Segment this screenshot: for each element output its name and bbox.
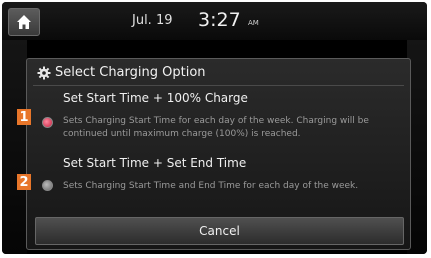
background-left [2, 40, 27, 254]
callout-badge-2: 2 [17, 174, 31, 190]
gear-icon [37, 66, 51, 79]
option-1-radio[interactable] [42, 117, 53, 128]
cancel-button[interactable]: Cancel [35, 217, 404, 245]
time-label: 3:27 [198, 9, 241, 31]
option-1-description: Sets Charging Start Time for each day of… [63, 116, 369, 139]
callout-badge-1: 1 [17, 109, 31, 125]
status-bar: Jul. 19 3:27 AM [2, 2, 427, 40]
option-2-description: Sets Charging Start Time and End Time fo… [63, 181, 359, 191]
title-divider [33, 85, 404, 86]
home-icon [17, 15, 31, 29]
option-2-title: Set Start Time + Set End Time [63, 156, 247, 170]
date-label: Jul. 19 [132, 13, 173, 28]
head-unit-screen: Jul. 19 3:27 AM Select Charging Option S… [2, 2, 427, 254]
option-1-title: Set Start Time + 100% Charge [63, 91, 248, 105]
dialog-title-text: Select Charging Option [55, 65, 206, 80]
dialog-title: Select Charging Option [37, 65, 206, 80]
charging-option-dialog: Select Charging Option Set Start Time + … [26, 58, 411, 250]
home-button[interactable] [8, 8, 40, 36]
option-2-radio[interactable] [42, 180, 53, 191]
ampm-label: AM [248, 19, 259, 27]
